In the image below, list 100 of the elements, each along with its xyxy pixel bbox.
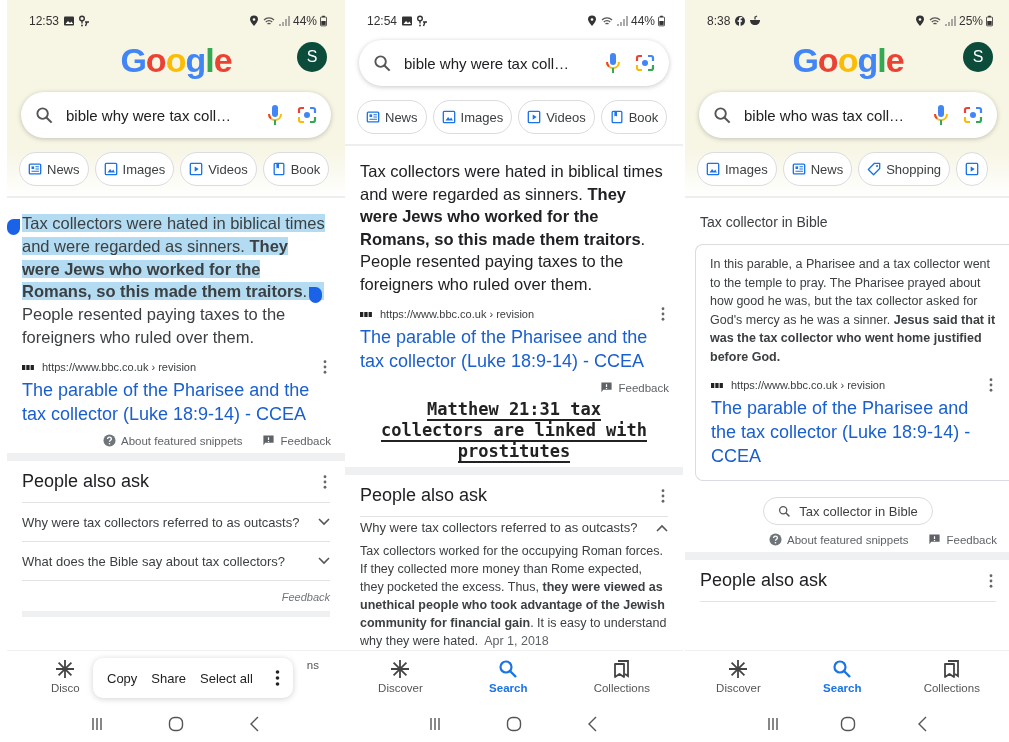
- battery-icon: [658, 15, 665, 27]
- menu-item[interactable]: Share: [151, 670, 187, 686]
- search-icon: [713, 105, 732, 125]
- account-avatar[interactable]: S: [297, 42, 327, 72]
- home-icon[interactable]: [168, 716, 184, 732]
- filter-chip[interactable]: News: [19, 152, 89, 186]
- battery-percent: 44%: [292, 14, 317, 28]
- book-icon: [271, 162, 286, 176]
- question-row[interactable]: What does the Bible say about tax collectors?: [22, 542, 330, 581]
- search-field[interactable]: bible why were tax coll…: [21, 92, 331, 138]
- news-icon: [28, 162, 42, 176]
- filter-chip[interactable]: Videos: [518, 100, 595, 134]
- site-favicon: [22, 364, 34, 370]
- filter-chip[interactable]: Book: [600, 100, 668, 134]
- book-icon: [609, 110, 624, 124]
- about-link[interactable]: About featured snippets: [121, 434, 243, 447]
- site-favicon: [360, 311, 372, 317]
- filter-chip[interactable]: News: [782, 152, 853, 186]
- news-icon: [366, 110, 380, 124]
- microphone-icon[interactable]: [603, 52, 623, 74]
- search-field[interactable]: bible why were tax coll…: [359, 40, 669, 86]
- nav-tab[interactable]: ns: [306, 659, 319, 671]
- filter-chip[interactable]: News: [357, 100, 427, 134]
- filter-chip[interactable]: [956, 152, 989, 186]
- about-link[interactable]: About featured snippets: [787, 533, 909, 546]
- filter-chip[interactable]: Videos: [180, 152, 257, 186]
- search-logo: Google: [792, 40, 904, 80]
- microphone-icon[interactable]: [931, 104, 951, 126]
- nav-tab[interactable]: Discover: [378, 659, 423, 694]
- result-link[interactable]: The parable of the Pharisee and the tax collector (Luke 18:9-14) - CCEA: [711, 396, 996, 468]
- selection-handle[interactable]: [309, 287, 323, 303]
- search-icon: [35, 105, 54, 125]
- bookmarks-icon: [941, 659, 962, 679]
- section-title: People also ask: [700, 570, 829, 591]
- status-time: 12:53: [29, 14, 60, 28]
- handwritten-note: prostitutes: [457, 442, 571, 463]
- site-favicon: [711, 382, 723, 388]
- result-link[interactable]: The parable of the Pharisee and the tax collector (Luke 18:9-14) - CCEA: [360, 325, 668, 373]
- feedback-link[interactable]: Feedback: [22, 591, 330, 617]
- filter-chip[interactable]: Images: [94, 152, 175, 186]
- nav-tab[interactable]: Discover: [716, 659, 761, 694]
- filter-chip[interactable]: Images: [697, 152, 777, 186]
- camera-icon[interactable]: [635, 52, 655, 74]
- battery-icon: [320, 15, 327, 27]
- source-url: https://www.bbc.co.uk › revision: [42, 361, 198, 373]
- result-link[interactable]: The parable of the Pharisee and the tax collector (Luke 18:9-14) - CCEA: [22, 378, 330, 426]
- news-icon: [791, 162, 806, 176]
- wifi-icon: [928, 15, 941, 27]
- source-url: https://www.bbc.co.uk › revision: [380, 308, 536, 320]
- signal-icon: [943, 15, 956, 27]
- camera-icon[interactable]: [297, 104, 317, 126]
- camera-icon[interactable]: [963, 104, 983, 126]
- help-icon: [103, 434, 116, 447]
- battery-percent: 25%: [958, 14, 983, 28]
- feedback-link[interactable]: Feedback: [618, 381, 669, 394]
- signal-icon: [615, 15, 628, 27]
- battery-percent: 44%: [630, 14, 655, 28]
- nav-tab[interactable]: Search: [823, 659, 862, 694]
- search-field[interactable]: bible who was tax coll…: [699, 92, 997, 138]
- search-icon: [373, 53, 392, 73]
- nav-tab[interactable]: Collections: [923, 659, 980, 694]
- selection-handle[interactable]: [7, 219, 20, 235]
- account-avatar[interactable]: S: [963, 42, 993, 72]
- filter-chip[interactable]: Images: [432, 100, 513, 134]
- filter-chip[interactable]: Book: [262, 152, 330, 186]
- feedback-link[interactable]: Feedback: [946, 533, 997, 546]
- snippet-heading: Tax collector in Bible: [700, 214, 829, 230]
- search-logo: Google: [120, 40, 232, 80]
- home-icon[interactable]: [840, 716, 856, 732]
- feedback-icon: [928, 533, 942, 546]
- microphone-icon[interactable]: [265, 104, 285, 126]
- asterisk-icon: [728, 659, 749, 679]
- feedback-link[interactable]: Feedback: [280, 434, 331, 447]
- nav-tab[interactable]: Search: [489, 659, 528, 694]
- feedback-icon: [600, 381, 614, 394]
- image-icon: [103, 162, 118, 176]
- question-row[interactable]: Why were tax collectors referred to as outcasts?: [360, 517, 668, 538]
- gallery-icon: [63, 15, 76, 27]
- home-icon[interactable]: [506, 716, 522, 732]
- section-title: People also ask: [360, 485, 489, 506]
- menu-item[interactable]: Copy: [107, 670, 138, 686]
- nav-tab[interactable]: Collections: [593, 659, 650, 694]
- menu-item[interactable]: Select all: [200, 670, 253, 686]
- question-row[interactable]: Why were tax collectors referred to as outcasts?: [22, 503, 330, 542]
- feedback-icon: [262, 434, 276, 447]
- search-icon: [778, 504, 792, 518]
- status-time: 8:38: [707, 14, 731, 28]
- search-icon: [498, 659, 519, 679]
- signal-icon: [277, 15, 290, 27]
- location-icon: [247, 15, 260, 27]
- battery-icon: [986, 15, 993, 27]
- round-app-icon: [734, 15, 747, 27]
- nav-tab[interactable]: Disco: [51, 659, 80, 694]
- snippet-text: Tax collectors were hated in biblical times and were regarded as sinners. They were Jews who worked for the Romans, so this made them traitors. People resented paying taxes to the foreigners who ruled over them.: [360, 161, 664, 295]
- related-search-chip[interactable]: Tax collector in Bible: [763, 497, 933, 525]
- filter-chip[interactable]: Shopping: [858, 152, 951, 186]
- asterisk-icon: [390, 659, 411, 679]
- location-icon: [585, 15, 598, 27]
- asterisk-icon: [55, 659, 76, 679]
- location-icon: [913, 15, 926, 27]
